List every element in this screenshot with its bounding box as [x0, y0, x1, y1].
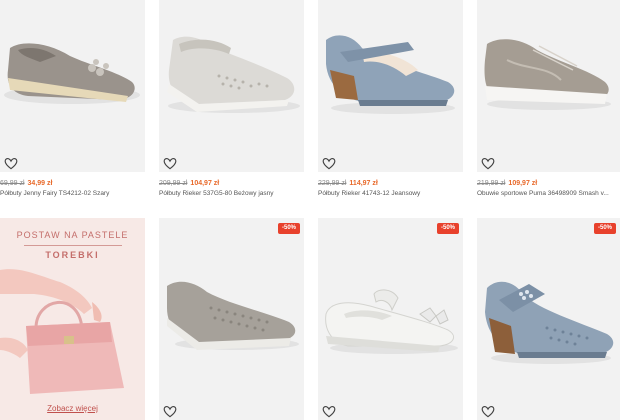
heart-outline-icon[interactable] — [163, 405, 177, 419]
product-image[interactable] — [159, 218, 304, 420]
product-card-1[interactable]: 69,99 zł 34,99 zł Półbuty Jenny Fairy TS4… — [0, 0, 145, 210]
heart-outline-icon[interactable] — [163, 157, 177, 171]
heart-outline-icon[interactable] — [322, 157, 336, 171]
product-card-4[interactable]: 219,99 zł 109,97 zł Obuwie sportowe Puma … — [477, 0, 620, 210]
sale-price: 109,97 zł — [508, 180, 538, 187]
old-price: 69,99 zł — [0, 180, 25, 187]
heart-outline-icon[interactable] — [481, 405, 495, 419]
promo-banner-pastel-bags[interactable]: POSTAW NA PASTELE TOREBKI Zobacz więcej — [0, 218, 145, 420]
price-row: 69,99 zł 34,99 zł — [0, 179, 52, 188]
discount-badge: -50% — [436, 223, 459, 234]
product-name[interactable]: Obuwie sportowe Puma 36498909 Smash v... — [477, 189, 620, 198]
product-image[interactable] — [318, 0, 463, 172]
old-price: 229,99 zł — [318, 180, 347, 187]
sale-price: 114,97 zł — [349, 180, 378, 187]
shoe-image-grey-perforated-slipon — [167, 281, 299, 350]
heart-outline-icon[interactable] — [322, 405, 336, 419]
product-image[interactable] — [477, 218, 620, 420]
product-image[interactable] — [477, 0, 620, 172]
heart-outline-icon[interactable] — [4, 157, 18, 171]
product-card-2[interactable]: 209,99 zł 104,97 zł Półbuty Rieker 537G5-… — [159, 0, 304, 210]
old-price: 219,99 zł — [477, 180, 506, 187]
sale-price: 104,97 zł — [190, 180, 220, 187]
heart-outline-icon[interactable] — [481, 157, 495, 171]
product-name[interactable]: Półbuty Jenny Fairy TS4212-02 Szary — [0, 189, 145, 198]
old-price: 209,99 zł — [159, 180, 188, 187]
discount-badge: -50% — [593, 223, 616, 234]
price-row: 219,99 zł 109,97 zł — [477, 179, 537, 188]
see-more-link[interactable]: Zobacz więcej — [0, 404, 145, 413]
product-card-6[interactable]: -50% — [318, 218, 463, 420]
shoe-image-blue-strap-heel — [485, 281, 614, 364]
price-row: 229,99 zł 114,97 zł — [318, 179, 378, 188]
shoe-image-grey-loafer — [4, 43, 140, 104]
promo-image-pink-handbag — [0, 269, 124, 394]
product-card-5[interactable]: -50% — [159, 218, 304, 420]
product-card-3[interactable]: 229,99 zł 114,97 zł Półbuty Rieker 41743-… — [318, 0, 463, 210]
shoe-image-white-ballerina — [325, 289, 458, 354]
sale-price: 34,99 zł — [27, 180, 53, 187]
product-card-7[interactable]: -50% — [477, 218, 620, 420]
product-name[interactable]: Półbuty Rieker 537G5-80 Beżowy jasny — [159, 189, 304, 198]
discount-badge: -50% — [277, 223, 300, 234]
shoe-image-beige-wedge — [167, 36, 300, 113]
product-name[interactable]: Półbuty Rieker 41743-12 Jeansowy — [318, 189, 463, 198]
shoe-image-taupe-sneaker — [484, 39, 611, 110]
product-image[interactable] — [159, 0, 304, 172]
product-image[interactable] — [318, 218, 463, 420]
shoe-image-blue-mary-jane — [326, 35, 455, 114]
product-image[interactable] — [0, 0, 145, 172]
price-row: 209,99 zł 104,97 zł — [159, 179, 219, 188]
